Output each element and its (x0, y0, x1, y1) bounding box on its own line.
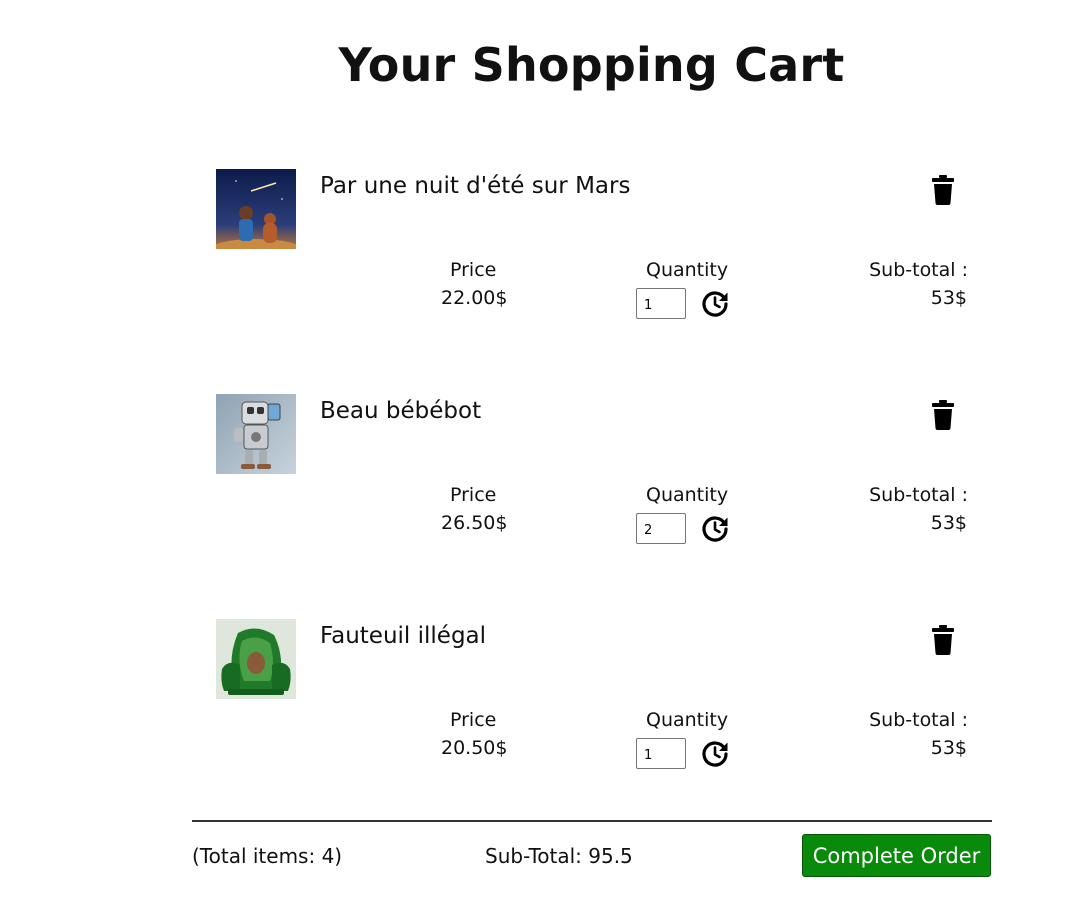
avocado-armchair-icon (216, 619, 296, 699)
quantity-input[interactable] (636, 513, 686, 544)
boy-and-dog-under-night-sky-icon (216, 169, 296, 249)
page-title: Your Shopping Cart (338, 38, 845, 92)
price-label: Price (450, 484, 497, 506)
trash-icon[interactable] (932, 625, 954, 655)
divider (192, 820, 992, 822)
price-label: Price (450, 709, 497, 731)
product-name[interactable]: Beau bébébot (320, 398, 481, 424)
price-label: Price (450, 259, 497, 281)
subtotal-value: 53$ (930, 737, 967, 759)
subtotal-label: Sub-total : (869, 484, 968, 506)
cart-item: Par une nuit d'été sur Mars Price 22.00$… (216, 169, 976, 349)
quantity-label: Quantity (646, 259, 729, 281)
price-value: 20.50$ (441, 737, 508, 759)
cart-item: Beau bébébot Price 26.50$ Quantity Sub-t… (216, 394, 976, 574)
total-items-text: (Total items: 4) (192, 844, 343, 868)
product-image (216, 169, 296, 249)
product-name[interactable]: Par une nuit d'été sur Mars (320, 173, 630, 199)
refresh-icon[interactable] (700, 289, 730, 319)
cart-subtotal-text: Sub-Total: 95.5 (485, 844, 633, 868)
little-robot-icon (216, 394, 296, 474)
trash-icon[interactable] (932, 175, 954, 205)
product-image (216, 619, 296, 699)
product-name[interactable]: Fauteuil illégal (320, 623, 486, 649)
price-value: 26.50$ (441, 512, 508, 534)
quantity-label: Quantity (646, 709, 729, 731)
subtotal-value: 53$ (930, 512, 967, 534)
trash-icon[interactable] (932, 400, 954, 430)
refresh-icon[interactable] (700, 739, 730, 769)
subtotal-label: Sub-total : (869, 259, 968, 281)
quantity-input[interactable] (636, 288, 686, 319)
cart-item: Fauteuil illégal Price 20.50$ Quantity S… (216, 619, 976, 799)
quantity-input[interactable] (636, 738, 686, 769)
product-image (216, 394, 296, 474)
subtotal-label: Sub-total : (869, 709, 968, 731)
shopping-cart-page: Your Shopping Cart Par une nuit d'été su… (0, 0, 1085, 897)
quantity-label: Quantity (646, 484, 729, 506)
refresh-icon[interactable] (700, 514, 730, 544)
subtotal-value: 53$ (930, 287, 967, 309)
complete-order-button[interactable]: Complete Order (802, 834, 991, 877)
price-value: 22.00$ (441, 287, 508, 309)
